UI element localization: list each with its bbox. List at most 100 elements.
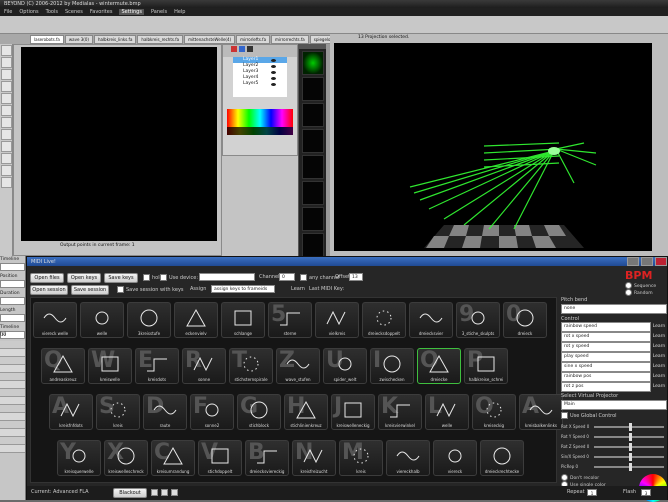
layer-row[interactable]: Layer5 [233,81,287,87]
minimize-button[interactable] [627,257,639,266]
global-control-checkbox[interactable]: Use Global Control [561,412,667,419]
cue-button[interactable]: viereck [433,440,477,476]
cue-button[interactable]: Odreiecke [417,348,461,384]
file-tab[interactable]: wave 3(0) [64,35,93,44]
open-files-button[interactable]: Open files [30,273,64,283]
close-button[interactable] [655,257,667,266]
cue-button[interactable]: dreieckrechtecke [480,440,524,476]
cue-button[interactable]: viereckhalb [386,440,430,476]
cue-button[interactable]: dreiecksdoppelt [362,302,406,338]
offset-input[interactable]: 13 [349,273,363,281]
slider-knob[interactable] [629,462,632,471]
play-icon[interactable] [151,489,158,496]
file-tab[interactable]: laserobots.fa [30,35,64,44]
file-tab[interactable]: mirrorlefts.fa [236,35,271,44]
layer-dup-icon[interactable] [239,46,245,52]
zoom-tool-icon[interactable] [1,117,12,128]
slider-track[interactable] [594,422,664,431]
slider-track[interactable] [594,452,664,461]
learn-label[interactable]: Learn [291,286,305,292]
left-panel-row[interactable] [0,341,25,349]
left-panel-row[interactable] [0,429,25,437]
layer-delete-icon[interactable] [247,46,253,52]
frame-thumbnail[interactable] [301,155,324,179]
cue-button[interactable]: Skreis [96,394,140,430]
frame-thumbnail[interactable] [301,103,324,127]
file-tab[interactable]: mittenachsteWelle(4) [184,35,236,44]
cue-button[interactable]: Zwave_stufen [276,348,320,384]
mirror-tool-icon[interactable] [1,177,12,188]
cue-button[interactable]: Akreisfnfdots [49,394,93,430]
control-learn-button[interactable]: Learn [651,364,667,369]
channel-input[interactable]: 0 [279,273,295,281]
random-radio[interactable]: Random [625,289,653,296]
control-select[interactable]: rot y speed [561,341,651,352]
cue-button[interactable]: Ckreisumrandung [151,440,195,476]
cue-button[interactable]: Ökreiseckig [472,394,516,430]
cue-button[interactable]: Äkreisbalkenlinks [519,394,563,430]
cue-button[interactable]: Kkreisvierwinkel [378,394,422,430]
cue-button[interactable]: welle [80,302,124,338]
stop-icon[interactable] [171,489,178,496]
control-select[interactable]: sine x speed [561,361,651,372]
menu-options[interactable]: Options [19,9,38,15]
left-panel-row[interactable] [0,373,25,381]
left-panel-row[interactable] [0,437,25,445]
control-learn-button[interactable]: Learn [651,374,667,379]
slider-knob[interactable] [629,422,632,431]
device-select[interactable] [199,273,255,281]
file-tab[interactable]: halbkreis_rechts.fa [137,35,184,44]
left-panel-row[interactable] [0,397,25,405]
cue-button[interactable]: Tstichsternspirale [229,348,273,384]
eye-icon[interactable] [271,76,276,80]
pitch-bend-select[interactable]: none [561,304,667,314]
frame-thumbnail[interactable] [301,129,324,153]
left-panel-row[interactable] [0,405,25,413]
left-panel-row[interactable] [0,381,25,389]
blackout-button[interactable]: Blackout [113,488,147,498]
fill-tool-icon[interactable] [1,141,12,152]
control-select[interactable]: rot x speed [561,331,651,342]
save-keys-button[interactable]: Save keys [104,273,138,283]
left-panel-row[interactable] [0,413,25,421]
left-panel-row[interactable] [0,357,25,365]
save-session-keys-checkbox[interactable]: Save session with keys [117,286,184,293]
cue-button[interactable]: 3kreisstufe [127,302,171,338]
cue-button[interactable]: 5 sterne [268,302,312,338]
cue-button[interactable]: Xkreiswelleschreck [104,440,148,476]
eye-icon[interactable] [271,82,276,86]
open-session-button[interactable]: Open session [30,285,68,295]
cue-button[interactable]: Nkreisfreizucht [292,440,336,476]
text-tool-icon[interactable] [1,105,12,116]
menu-file[interactable]: File [4,9,12,15]
left-panel-field[interactable] [0,280,25,288]
control-learn-button[interactable]: Learn [651,354,667,359]
cue-button[interactable]: Hstichlinienkreuz [284,394,328,430]
left-panel-row[interactable] [0,349,25,357]
color-palette[interactable] [227,109,293,127]
left-panel-field[interactable] [0,263,25,271]
menu-favorites[interactable]: Favorites [90,9,113,15]
left-panel-row[interactable] [0,445,25,453]
left-panel-row[interactable] [0,389,25,397]
cue-button[interactable]: eckenvielv [174,302,218,338]
eye-icon[interactable] [271,70,276,74]
cue-button[interactable]: Fsonne2 [190,394,234,430]
eye-icon[interactable] [271,64,276,68]
slider-knob[interactable] [629,442,632,451]
control-select[interactable]: rainbow pos [561,371,651,382]
control-learn-button[interactable]: Learn [651,344,667,349]
open-keys-button[interactable]: Open keys [67,273,101,283]
cue-button[interactable]: Lwelle [425,394,469,430]
control-select[interactable]: play speed [561,351,651,362]
dont-recolor-radio[interactable]: Don't recolor [561,474,637,481]
circle-tool-icon[interactable] [1,81,12,92]
frame-thumbnail[interactable] [301,77,324,101]
slider-knob[interactable] [629,452,632,461]
cue-button[interactable]: Uspider_welt [323,348,367,384]
slider-knob[interactable] [629,432,632,441]
cue-button[interactable]: Wkreiswelle [88,348,132,384]
cue-button[interactable]: Gstichblock [237,394,281,430]
cue-button[interactable]: Draute [143,394,187,430]
virtual-projector-select[interactable]: Main [561,400,667,410]
